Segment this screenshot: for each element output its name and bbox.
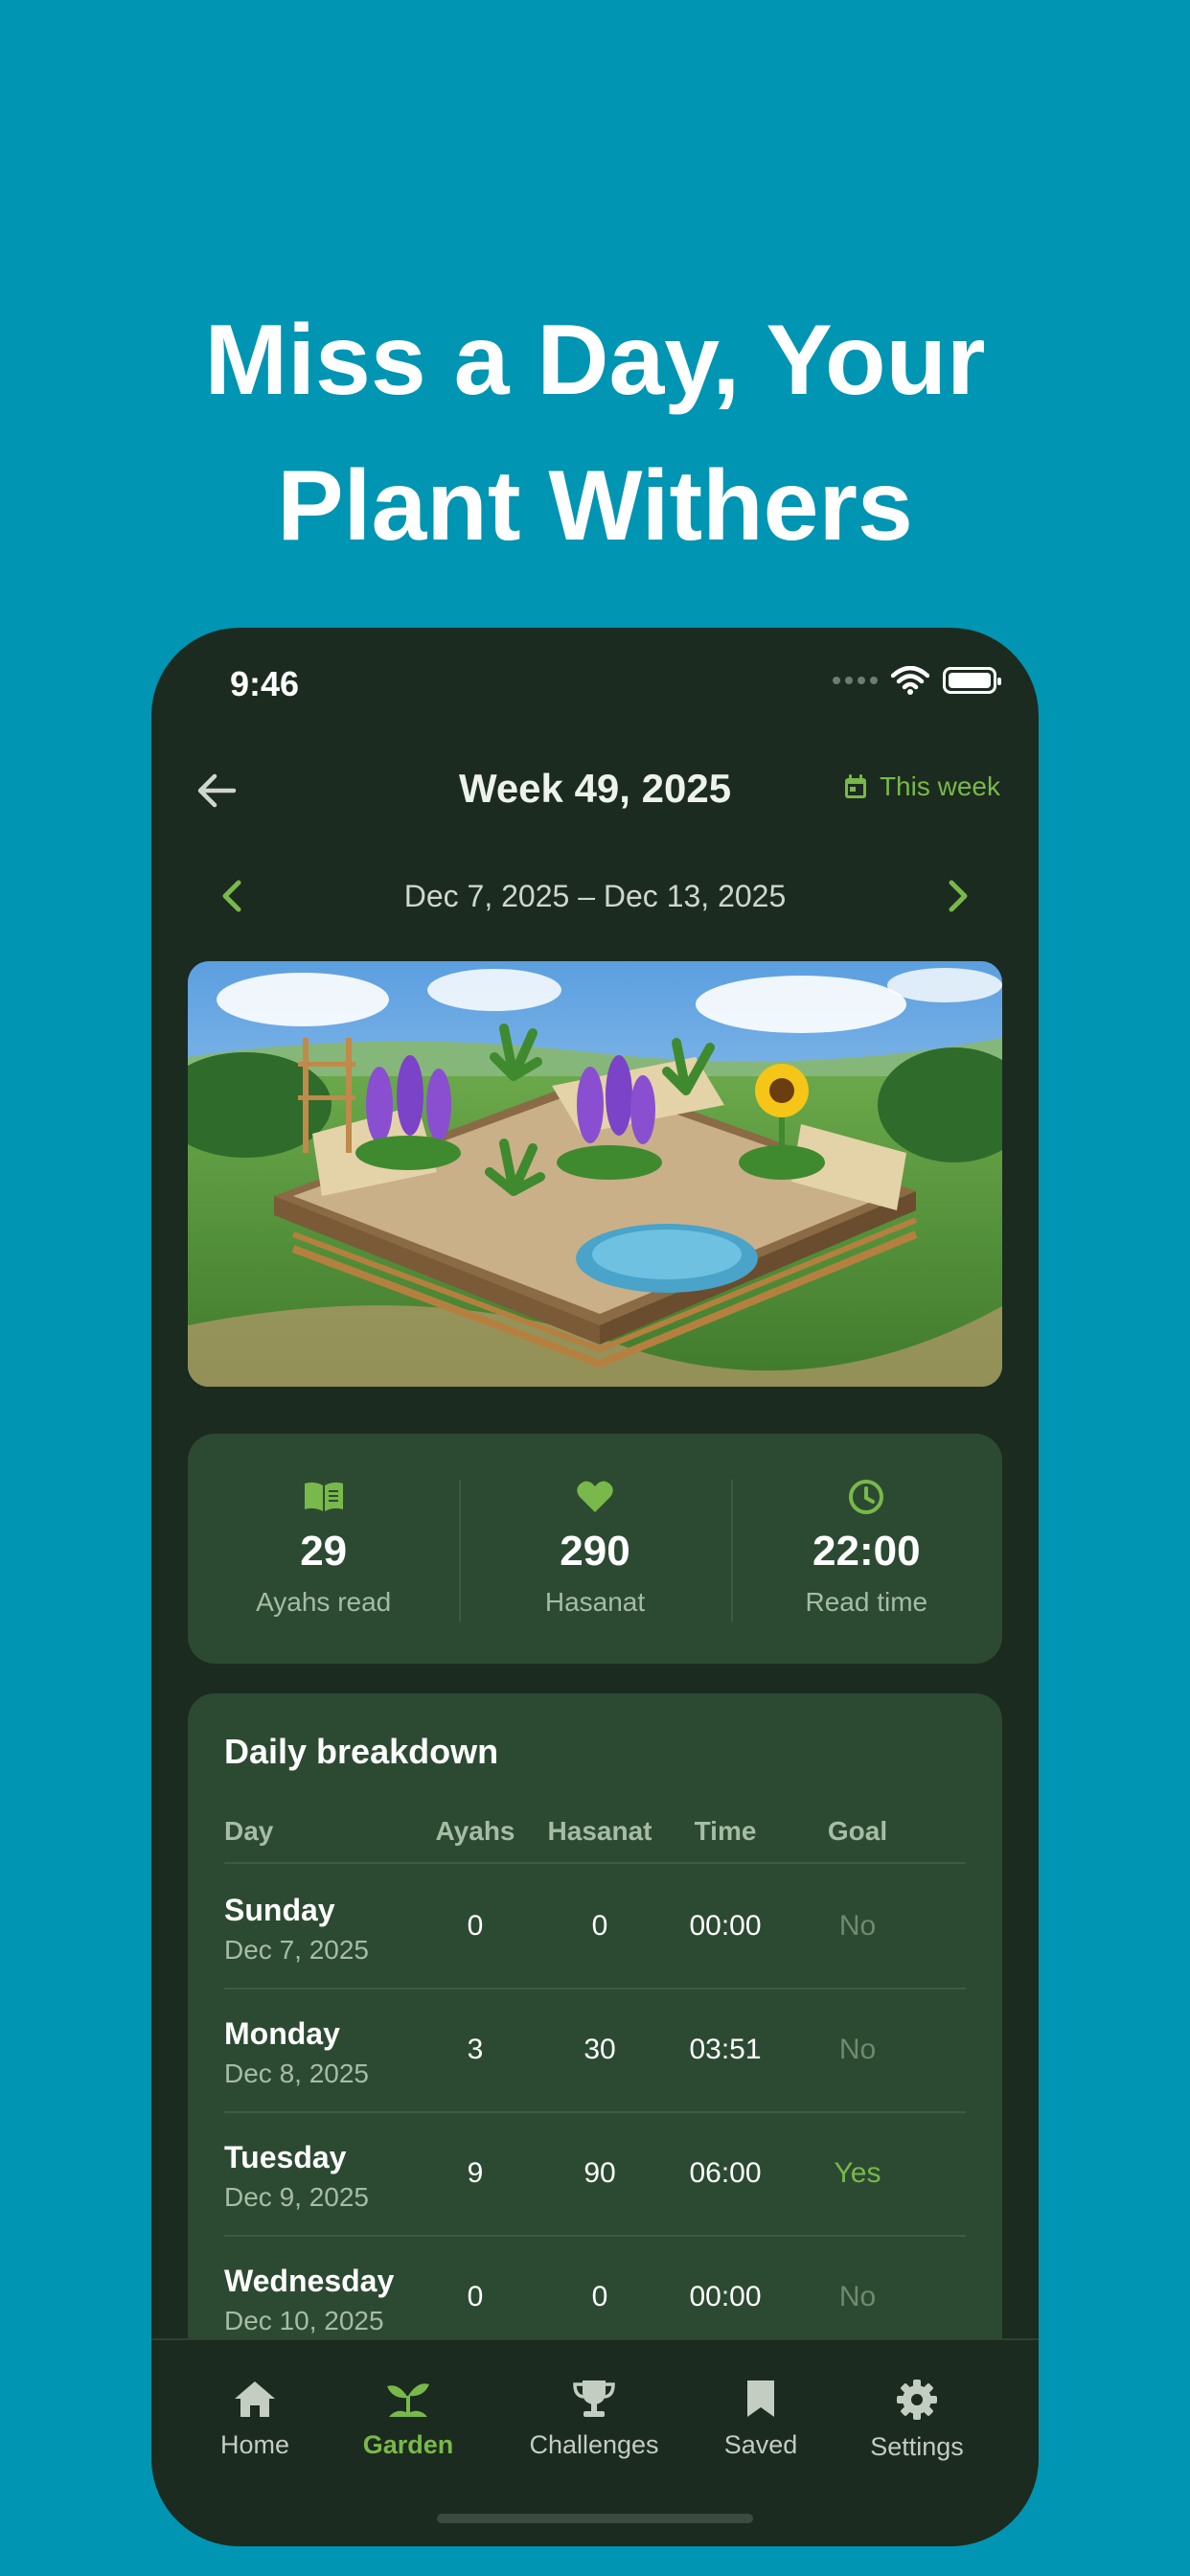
home-indicator[interactable] [437,2514,753,2523]
stat-read-time: 22:00 Read time [730,1434,1002,1664]
column-time: Time [694,1816,757,1846]
column-day: Day [224,1816,274,1846]
row-day-name: Wednesday [224,2264,395,2298]
date-navigation: Dec 7, 2025 – Dec 13, 2025 [151,867,1039,925]
row-hasanat: 0 [591,1910,608,1942]
row-time: 06:00 [689,2157,762,2189]
row-time: 03:51 [689,2034,762,2065]
row-goal: No [838,2281,877,2312]
tab-garden-label: Garden [362,2430,454,2459]
headline: Miss a Day, Your Plant Withers [0,288,1190,579]
column-goal: Goal [827,1816,888,1846]
sprout-icon [387,2383,429,2417]
tab-saved[interactable]: Saved [684,2379,837,2460]
date-range: Dec 7, 2025 – Dec 13, 2025 [403,879,787,913]
table-header: Day Ayahs Hasanat Time Goal [224,1816,966,1864]
home-icon [235,2381,275,2417]
headline-line-2: Plant Withers [277,450,913,562]
row-hasanat: 90 [584,2157,616,2189]
row-goal: Yes [834,2157,881,2189]
clock-icon [849,1480,884,1514]
tab-settings[interactable]: Settings [840,2379,994,2462]
row-ayahs: 0 [467,1910,484,1942]
row-ayahs: 9 [467,2157,484,2189]
row-hasanat: 0 [591,2281,608,2312]
stat-read-time-label: Read time [805,1587,928,1617]
previous-week-button[interactable] [207,871,257,921]
row-goal: No [838,2034,877,2065]
row-time: 00:00 [689,1910,762,1942]
calendar-icon [844,774,866,798]
stat-ayahs-value: 29 [300,1528,348,1575]
tab-home[interactable]: Home [178,2379,332,2460]
back-button[interactable] [190,764,243,817]
status-icons [833,666,1001,695]
stat-ayahs: 29 Ayahs read [188,1434,459,1664]
row-time: 00:00 [689,2281,762,2312]
stat-hasanat-value: 290 [560,1528,630,1575]
stat-read-time-value: 22:00 [812,1528,921,1575]
row-day-date: Dec 9, 2025 [224,2182,369,2212]
tab-challenges[interactable]: Challenges [517,2379,671,2460]
chevron-right-icon [949,880,968,912]
tab-home-label: Home [219,2430,290,2459]
chevron-left-icon [222,880,241,912]
tab-saved-label: Saved [723,2430,798,2459]
column-hasanat: Hasanat [547,1816,652,1846]
row-day-name: Sunday [224,1893,335,1927]
signal-icon [833,677,878,684]
this-week-button[interactable]: This week [843,771,1000,802]
row-day-date: Dec 7, 2025 [224,1935,369,1965]
wifi-icon [891,666,929,695]
heart-icon [577,1481,613,1512]
phone-frame: 9:46 Week 49, 2025 This week Dec 7, 2025… [151,628,1039,2546]
arrow-left-icon [197,773,237,808]
tab-challenges-label: Challenges [529,2430,659,2459]
trophy-icon [573,2380,615,2417]
row-day-date: Dec 8, 2025 [224,2058,369,2088]
garden-illustration [188,961,1002,1387]
battery-icon [943,667,1001,694]
headline-line-1: Miss a Day, Your [204,305,986,416]
stat-ayahs-label: Ayahs read [256,1587,392,1617]
top-bar: Week 49, 2025 This week [151,752,1039,829]
row-day-name: Tuesday [224,2140,347,2174]
daily-breakdown-title: Daily breakdown [224,1732,499,1771]
next-week-button[interactable] [933,871,983,921]
table-row[interactable]: Sunday Dec 7, 2025 0 0 00:00 No [224,1866,966,1990]
stat-hasanat-label: Hasanat [544,1587,646,1617]
column-ayahs: Ayahs [435,1816,515,1846]
gear-icon [897,2380,937,2420]
row-ayahs: 3 [467,2034,484,2065]
table-row[interactable]: Tuesday Dec 9, 2025 9 90 06:00 Yes [224,2113,966,2237]
row-day-name: Monday [224,2016,340,2051]
row-ayahs: 0 [467,2281,484,2312]
bookmark-icon [747,2380,774,2417]
week-stats-card: 29 Ayahs read 290 Hasanat 22:00 Read tim… [188,1434,1002,1664]
book-icon [304,1482,343,1511]
row-hasanat: 30 [584,2034,616,2065]
stat-hasanat: 290 Hasanat [459,1434,730,1664]
table-row[interactable]: Monday Dec 8, 2025 3 30 03:51 No [224,1990,966,2113]
this-week-label: This week [879,771,1000,801]
row-day-date: Dec 10, 2025 [224,2306,384,2335]
status-time: 9:46 [230,664,300,703]
tab-garden[interactable]: Garden [332,2379,485,2460]
tab-settings-label: Settings [870,2432,964,2461]
row-goal: No [838,1910,877,1942]
